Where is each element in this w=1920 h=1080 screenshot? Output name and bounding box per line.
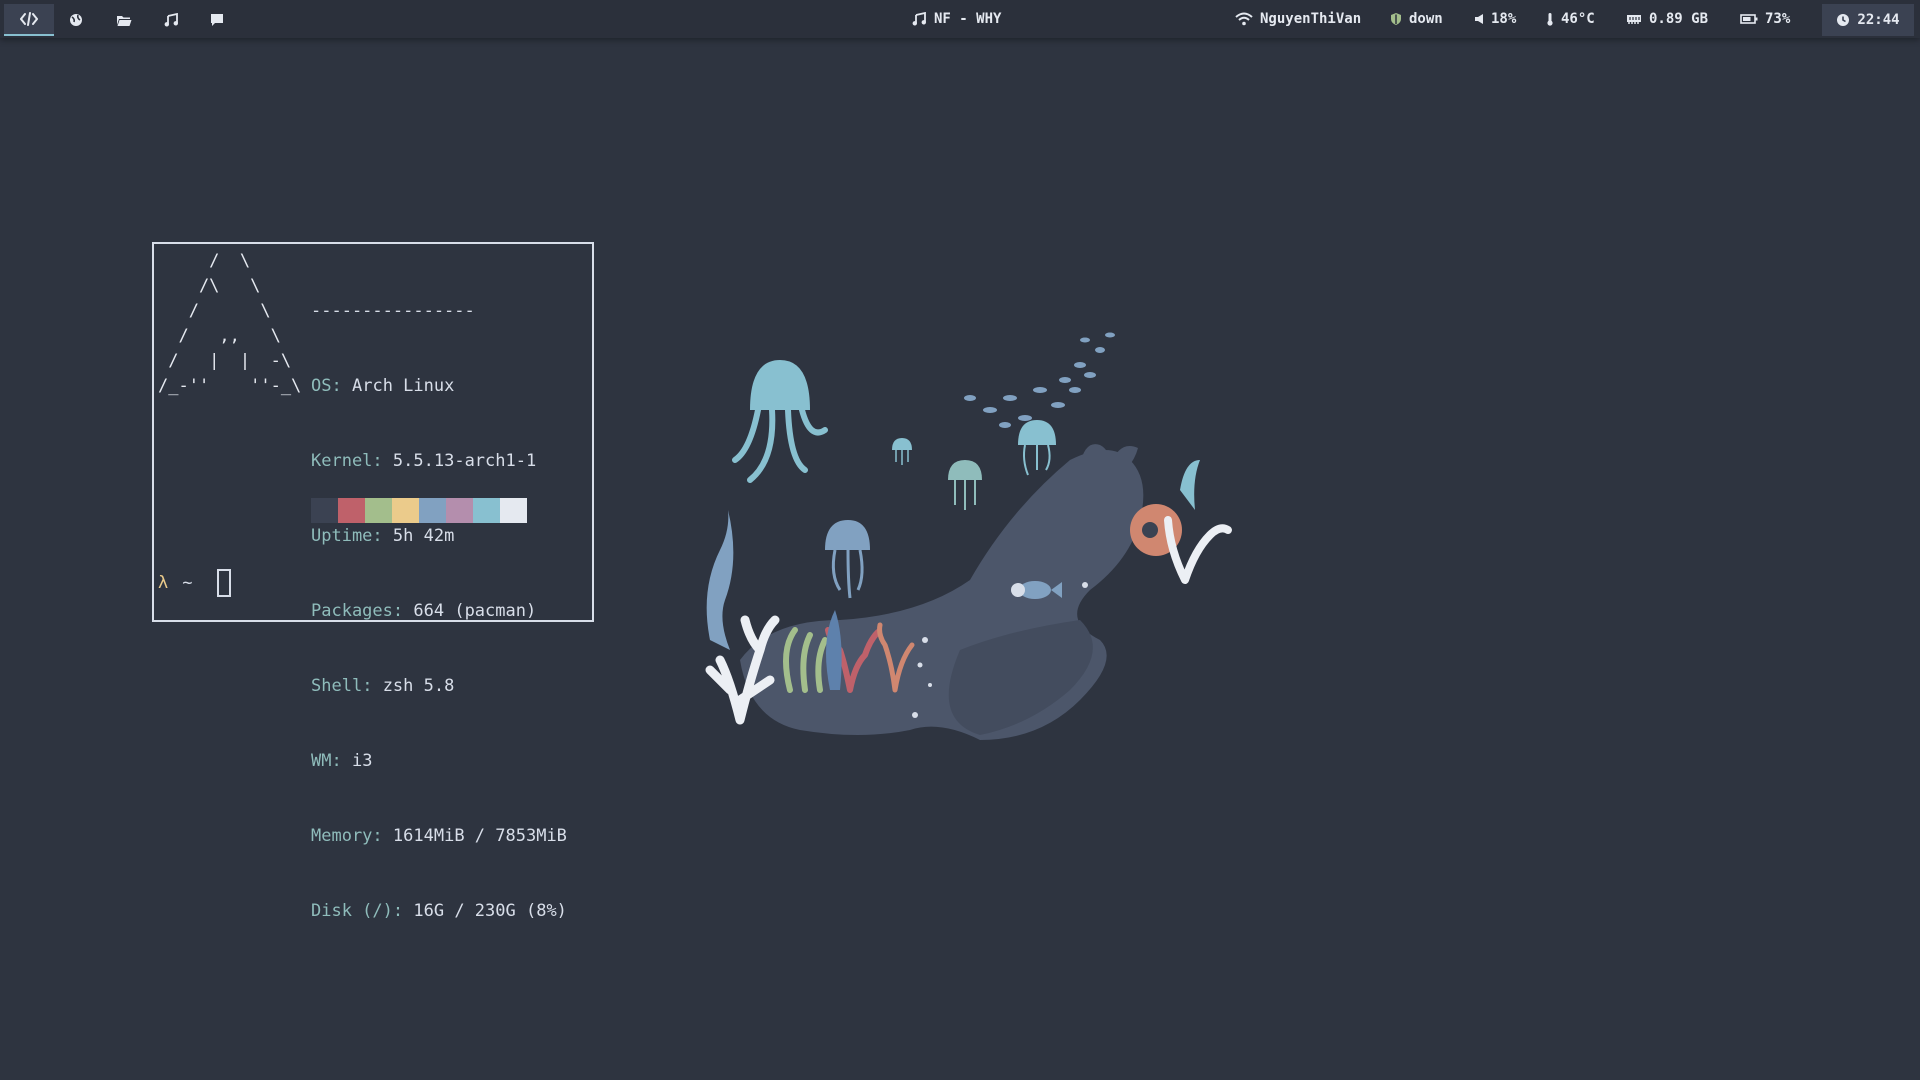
arch-logo-ascii: / \ /\ \ / \ / ,, \ / | | -\ /_-'' ''-_\ xyxy=(158,251,302,396)
battery-module: 73% xyxy=(1740,0,1790,38)
speaker-icon xyxy=(1475,14,1483,24)
prompt-path: ~ xyxy=(182,573,193,593)
clock-time: 22:44 xyxy=(1857,12,1900,28)
workspace-1-button[interactable] xyxy=(4,4,54,36)
text-cursor xyxy=(216,569,231,597)
palette-swatch xyxy=(311,498,338,523)
info-memory: Memory: 1614MiB / 7853MiB xyxy=(311,826,567,846)
music-note-icon xyxy=(164,13,178,27)
palette-swatch xyxy=(365,498,392,523)
temperature-value: 46°C xyxy=(1561,11,1595,27)
prompt-symbol: λ xyxy=(158,573,169,593)
volume-level: 18% xyxy=(1491,11,1517,27)
wifi-icon xyxy=(1235,12,1253,26)
wifi-ssid: NguyenThiVan xyxy=(1260,11,1362,27)
volume-module[interactable]: 18% xyxy=(1474,0,1516,38)
now-playing[interactable]: NF - WHY xyxy=(912,0,1001,38)
clock-icon xyxy=(1837,14,1850,26)
shell-prompt[interactable]: λ ~ xyxy=(158,569,231,597)
music-note-icon xyxy=(912,12,926,26)
battery-level: 73% xyxy=(1765,11,1791,27)
vpn-status: down xyxy=(1409,11,1443,27)
workspace-3-button[interactable] xyxy=(104,4,144,36)
color-palette xyxy=(311,498,527,523)
code-icon xyxy=(20,12,38,26)
info-separator: ---------------- xyxy=(311,301,475,321)
memory-module: 0.89 GB xyxy=(1626,0,1708,38)
system-info: ---------------- OS: Arch Linux Kernel: … xyxy=(311,249,567,974)
info-kernel: Kernel: 5.5.13-arch1-1 xyxy=(311,451,537,471)
terminal-window[interactable]: / \ /\ \ / \ / ,, \ / | | -\ /_-'' ''-_\… xyxy=(152,242,594,921)
chat-bubble-icon xyxy=(211,14,223,26)
workspace-4-button[interactable] xyxy=(151,4,191,36)
workspace-5-button[interactable] xyxy=(197,4,237,36)
folder-icon xyxy=(117,15,132,26)
status-bar: NF - WHY NguyenThiVan down 18% 46°C 0.89… xyxy=(0,0,1920,38)
info-uptime: Uptime: 5h 42m xyxy=(311,526,455,546)
wifi-module[interactable]: NguyenThiVan xyxy=(1235,0,1361,38)
memory-usage: 0.89 GB xyxy=(1649,11,1709,27)
thermometer-icon xyxy=(1547,13,1553,26)
palette-swatch xyxy=(473,498,500,523)
palette-swatch xyxy=(392,498,419,523)
temperature-module: 46°C xyxy=(1546,0,1595,38)
memory-chip-icon xyxy=(1627,15,1641,24)
battery-icon xyxy=(1740,14,1758,24)
palette-swatch xyxy=(419,498,446,523)
palette-swatch xyxy=(446,498,473,523)
info-packages: Packages: 664 (pacman) xyxy=(311,601,537,621)
info-shell: Shell: zsh 5.8 xyxy=(311,676,455,696)
info-os: OS: Arch Linux xyxy=(311,376,455,396)
vpn-module[interactable]: down xyxy=(1390,0,1443,38)
info-wm: WM: i3 xyxy=(311,751,373,771)
wallpaper-underwater-illustration xyxy=(705,332,1232,740)
globe-icon xyxy=(70,14,82,26)
clock-module[interactable]: 22:44 xyxy=(1822,4,1914,36)
palette-swatch xyxy=(338,498,365,523)
workspace-2-button[interactable] xyxy=(56,4,96,36)
info-disk: Disk (/): 16G / 230G (8%) xyxy=(311,901,567,921)
now-playing-label: NF - WHY xyxy=(934,11,1002,27)
shield-icon xyxy=(1391,13,1401,25)
palette-swatch xyxy=(500,498,527,523)
